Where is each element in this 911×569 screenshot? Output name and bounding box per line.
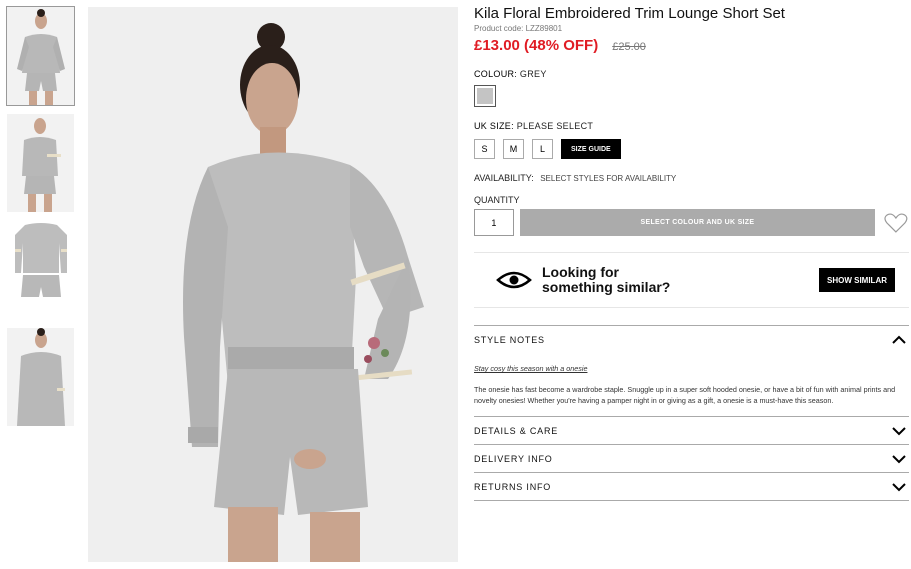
chevron-down-icon: [892, 454, 906, 463]
accordion-delivery: DELIVERY INFO: [474, 444, 909, 472]
accordion: STYLE NOTES Stay cosy this season with a…: [474, 325, 909, 501]
delivery-header[interactable]: DELIVERY INFO: [474, 445, 909, 472]
thumbnail-side[interactable]: [7, 114, 74, 212]
style-notes-body: Stay cosy this season with a onesie The …: [474, 353, 909, 416]
product-title: Kila Floral Embroidered Trim Lounge Shor…: [474, 5, 785, 22]
model-side-image: [7, 114, 74, 212]
product-code: Product code: LZZ89801: [474, 24, 563, 33]
availability-row: AVAILABILITY: SELECT STYLES FOR AVAILABI…: [474, 173, 909, 183]
model-detail-image: [7, 328, 74, 426]
similar-text-line2: something similar?: [542, 279, 671, 295]
flatlay-image: [7, 221, 74, 319]
size-label: UK SIZE:: [474, 121, 514, 131]
returns-header[interactable]: RETURNS INFO: [474, 473, 909, 500]
size-value: PLEASE SELECT: [516, 121, 594, 131]
add-to-bag-button[interactable]: SELECT COLOUR AND UK SIZE: [519, 209, 876, 236]
original-price: £25.00: [612, 41, 646, 53]
product-info-panel: Kila Floral Embroidered Trim Lounge Shor…: [474, 4, 909, 501]
accordion-style-notes: STYLE NOTES Stay cosy this season with a…: [474, 325, 909, 416]
size-options: S M L SIZE GUIDE: [474, 139, 909, 159]
details-title: DETAILS & CARE: [474, 425, 559, 436]
size-guide-button[interactable]: SIZE GUIDE: [561, 139, 621, 159]
main-product-image[interactable]: [88, 7, 458, 562]
buy-row: 1 SELECT COLOUR AND UK SIZE: [474, 209, 909, 236]
eye-icon: [496, 271, 532, 289]
accordion-returns: RETURNS INFO: [474, 472, 909, 501]
model-front-image: [7, 7, 74, 105]
details-header[interactable]: DETAILS & CARE: [474, 417, 909, 444]
thumbnail-gallery: [6, 6, 75, 435]
size-button-l[interactable]: L: [532, 139, 553, 159]
colour-value: GREY: [519, 69, 547, 79]
similar-text-line1: Looking for: [542, 264, 619, 280]
quantity-input[interactable]: 1: [474, 209, 514, 236]
colour-swatch-grey[interactable]: [474, 85, 496, 107]
availability-value: SELECT STYLES FOR AVAILABILITY: [540, 174, 677, 183]
thumbnail-detail[interactable]: [7, 328, 74, 426]
availability-label: AVAILABILITY:: [474, 173, 534, 183]
colour-label: COLOUR:: [474, 69, 518, 79]
chevron-up-icon: [892, 335, 906, 344]
colour-label-row: COLOUR: GREY: [474, 69, 909, 79]
thumbnail-flatlay[interactable]: [7, 221, 74, 319]
style-notes-header[interactable]: STYLE NOTES: [474, 326, 909, 353]
accordion-details: DETAILS & CARE: [474, 416, 909, 444]
style-notes-text: The onesie has fast become a wardrobe st…: [474, 385, 896, 405]
sale-price: £13.00 (48% OFF): [474, 37, 599, 54]
price-row: £13.00 (48% OFF) £25.00: [474, 37, 909, 61]
thumbnail-front[interactable]: [6, 6, 75, 106]
swatch-fill: [477, 88, 493, 104]
style-notes-tagline[interactable]: Stay cosy this season with a onesie: [474, 363, 909, 374]
chevron-down-icon: [892, 426, 906, 435]
size-button-s[interactable]: S: [474, 139, 495, 159]
show-similar-button[interactable]: SHOW SIMILAR: [819, 268, 895, 292]
size-button-m[interactable]: M: [503, 139, 524, 159]
model-main-image: [88, 7, 458, 562]
style-notes-title: STYLE NOTES: [474, 334, 545, 345]
delivery-title: DELIVERY INFO: [474, 453, 553, 464]
wishlist-heart-icon[interactable]: [883, 210, 909, 236]
chevron-down-icon: [892, 482, 906, 491]
returns-title: RETURNS INFO: [474, 481, 552, 492]
size-label-row: UK SIZE: PLEASE SELECT: [474, 121, 909, 131]
similar-text: Looking for something similar?: [542, 265, 742, 295]
similar-banner: Looking for something similar? SHOW SIMI…: [474, 252, 909, 308]
quantity-label: QUANTITY: [474, 195, 520, 205]
